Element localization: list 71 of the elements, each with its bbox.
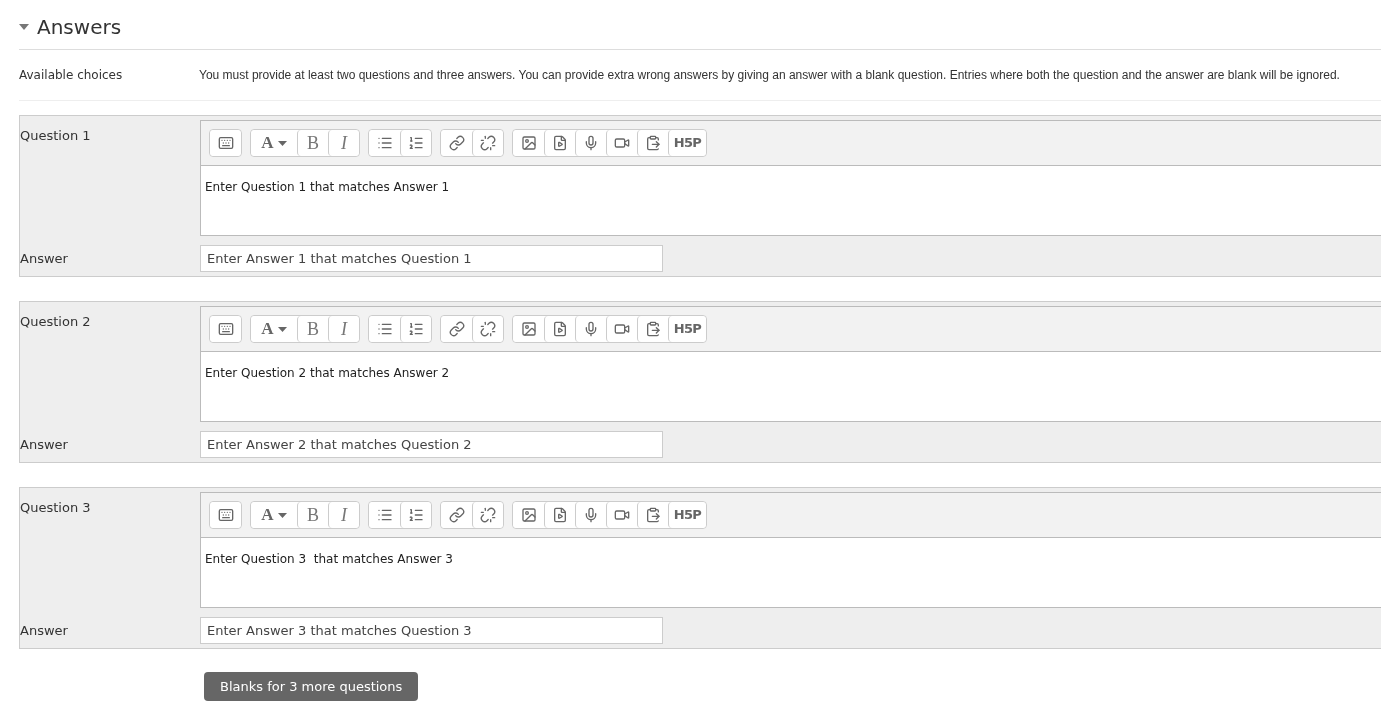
toolbar-button[interactable] — [400, 316, 431, 342]
font-label: A — [261, 318, 274, 341]
bullet-list-icon — [376, 135, 393, 151]
instructions-text: You must provide at least two questions and three answers. You can provide extra wrong answers by giving an answer with a blank question. Entries where both the question and the answer are blank will be ignored. — [199, 67, 1341, 84]
italic-button[interactable]: I — [328, 502, 359, 528]
keyboard-icon — [217, 135, 234, 151]
image-icon — [520, 507, 537, 523]
video-camera-icon — [614, 507, 630, 523]
keyboard-icon — [217, 321, 234, 337]
toolbar-button[interactable] — [472, 502, 503, 528]
section-title: Answers — [37, 14, 122, 41]
caret-icon — [277, 140, 287, 146]
bullet-list-icon — [376, 507, 393, 523]
numbered-list-icon — [408, 135, 424, 151]
link-icon — [448, 321, 465, 337]
image-icon — [520, 135, 537, 151]
answer-field[interactable]: Enter Answer 1 that matches Question 1 — [200, 245, 663, 272]
question-text: Enter Question 2 that matches Answer 2 — [205, 366, 450, 380]
collapse-caret-icon[interactable] — [19, 24, 29, 30]
italic-button[interactable]: I — [328, 316, 359, 342]
h5p-button[interactable]: H5P — [668, 130, 706, 156]
question-text: Enter Question 1 that matches Answer 1 — [205, 180, 450, 194]
answer-field[interactable]: Enter Answer 3 that matches Question 3 — [200, 617, 663, 644]
field-label: Question 1 — [20, 127, 92, 145]
h5p-button[interactable]: H5P — [668, 316, 706, 342]
question-text: Enter Question 3 that matches Answer 3 — [205, 552, 453, 566]
caret-icon — [277, 326, 287, 332]
field-label: Answer — [20, 249, 69, 268]
field-label: Question 3 — [20, 499, 92, 517]
keyboard-icon — [217, 507, 234, 523]
clipboard-icon — [645, 135, 661, 151]
media-file-icon — [552, 135, 568, 151]
field-label: Question 2 — [20, 313, 92, 331]
bullet-list-icon — [376, 321, 393, 337]
microphone-icon — [583, 135, 599, 151]
toolbar-button[interactable] — [400, 130, 431, 156]
toolbar-button[interactable] — [472, 130, 503, 156]
add-blanks-button[interactable]: Blanks for 3 more questions — [204, 672, 419, 701]
toolbar-button[interactable] — [472, 316, 503, 342]
h5p-button[interactable]: H5P — [668, 502, 706, 528]
field-label: Available choices — [19, 67, 124, 84]
link-icon — [448, 507, 465, 523]
rich-text-editor[interactable]: A B I H5P Enter Question 2 that matches Answer 2 — [200, 306, 1381, 422]
link-icon — [448, 135, 465, 151]
rich-text-editor[interactable]: A B I H5P Enter Question 3 that matches Answer 3 — [200, 492, 1381, 608]
video-camera-icon — [614, 135, 630, 151]
toolbar-button[interactable] — [210, 130, 241, 156]
unlink-icon — [480, 135, 496, 151]
video-camera-icon — [614, 321, 630, 337]
image-icon — [520, 321, 537, 337]
italic-button[interactable]: I — [328, 130, 359, 156]
toolbar-button[interactable] — [210, 502, 241, 528]
numbered-list-icon — [408, 507, 424, 523]
microphone-icon — [583, 507, 599, 523]
field-label: Answer — [20, 621, 69, 640]
unlink-icon — [480, 321, 496, 337]
field-label: Answer — [20, 435, 69, 454]
numbered-list-icon — [408, 321, 424, 337]
font-label: A — [261, 132, 274, 155]
rich-text-editor[interactable]: A B I H5P Enter Question 1 that matches Answer 1 — [200, 120, 1381, 236]
clipboard-icon — [645, 507, 661, 523]
font-label: A — [261, 504, 274, 527]
clipboard-icon — [645, 321, 661, 337]
answer-field[interactable]: Enter Answer 2 that matches Question 2 — [200, 431, 663, 458]
microphone-icon — [583, 321, 599, 337]
unlink-icon — [480, 507, 496, 523]
media-file-icon — [552, 321, 568, 337]
toolbar-button[interactable] — [400, 502, 431, 528]
caret-icon — [277, 512, 287, 518]
toolbar-button[interactable] — [210, 316, 241, 342]
media-file-icon — [552, 507, 568, 523]
